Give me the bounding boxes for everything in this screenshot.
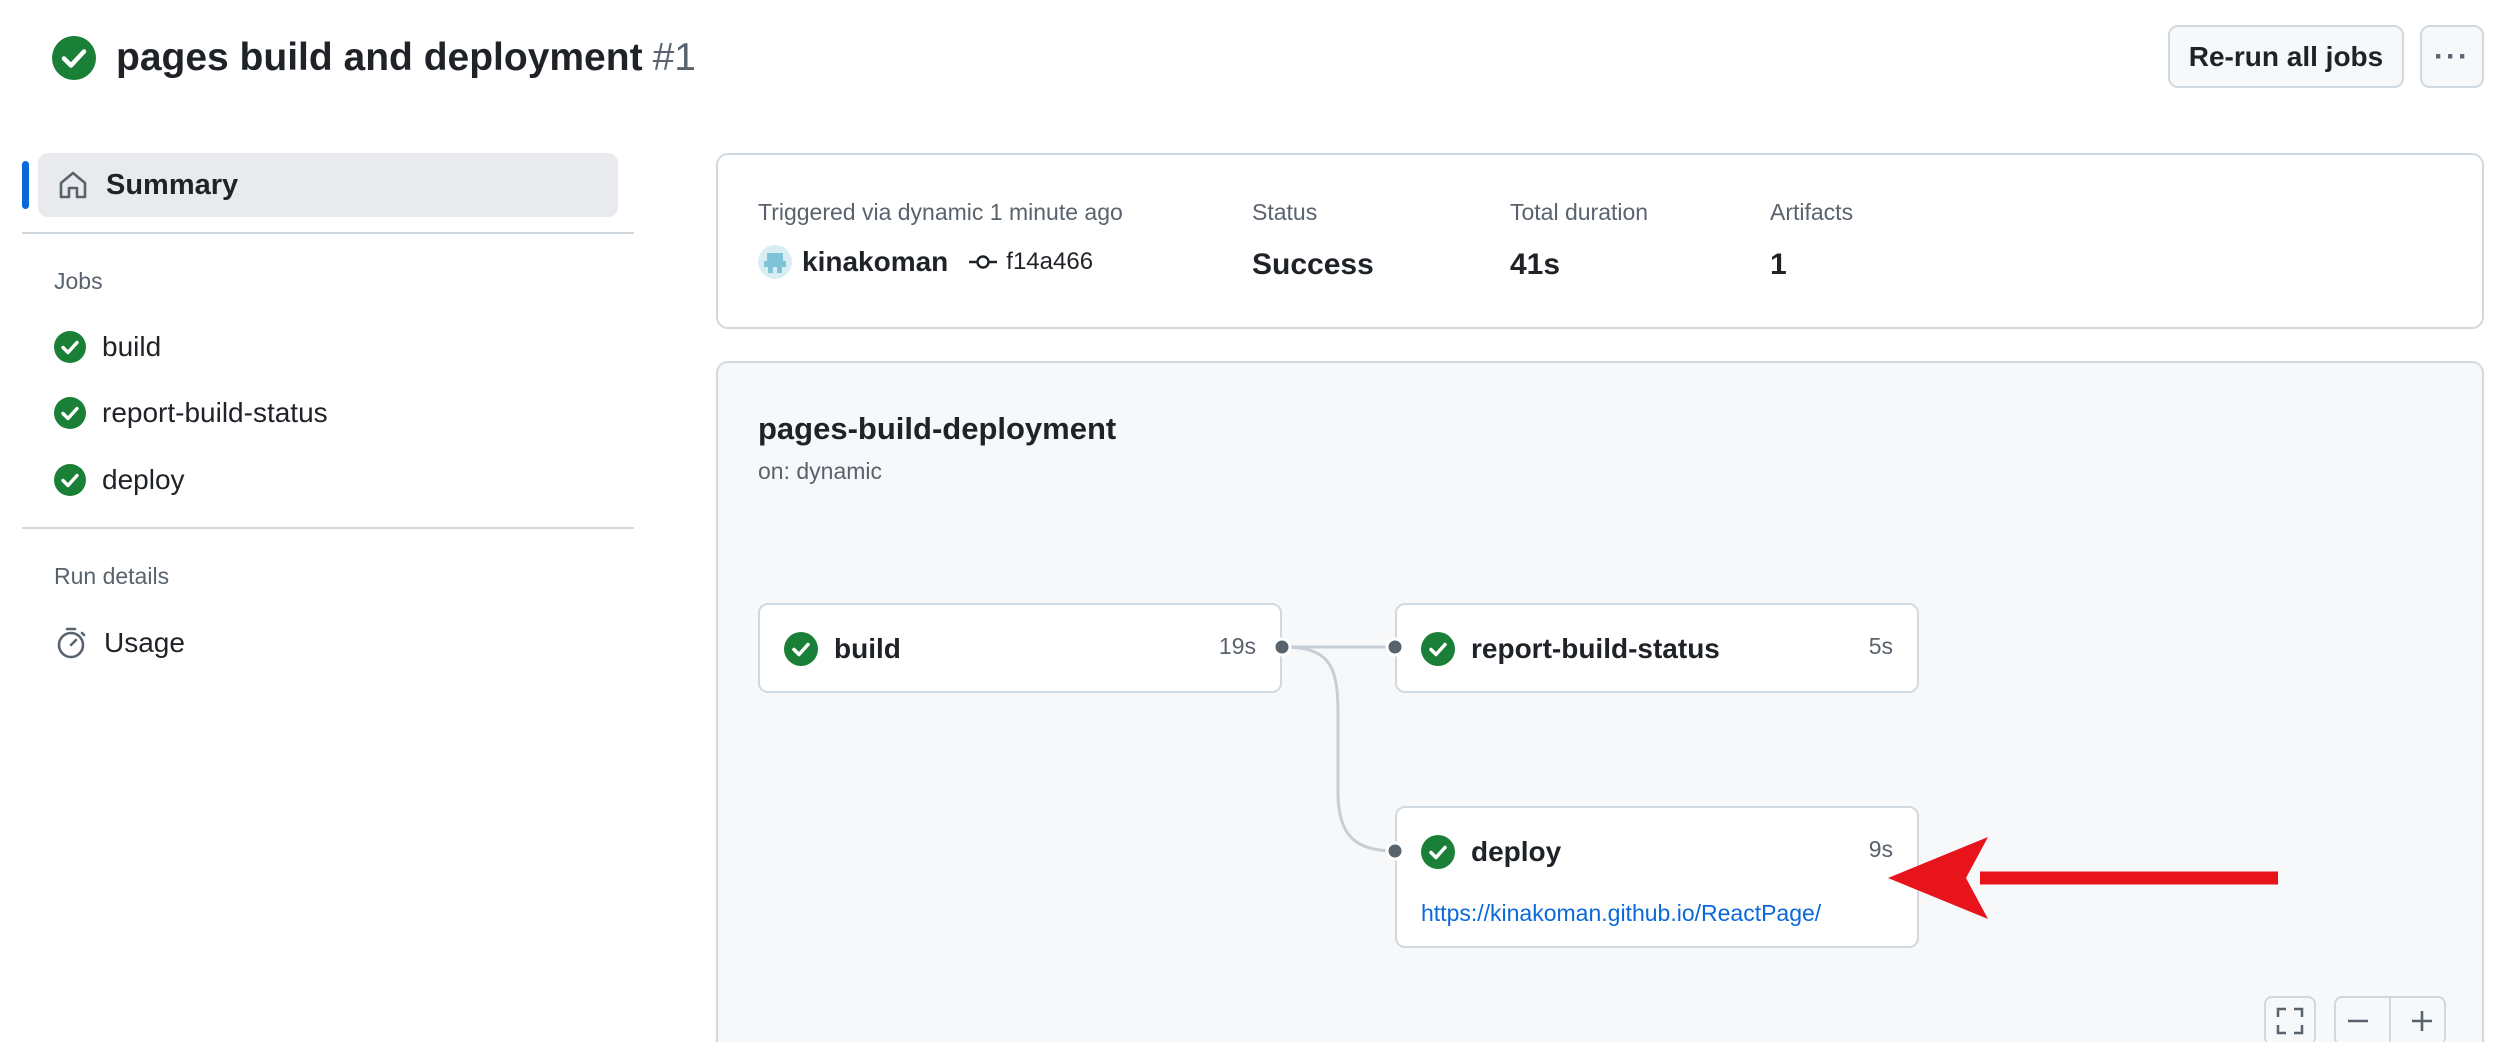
jobs-heading: Jobs bbox=[54, 268, 103, 294]
connector-dot bbox=[1272, 637, 1292, 657]
triggered-label: Triggered via dynamic 1 minute ago bbox=[758, 199, 1123, 225]
sidebar-item-usage[interactable]: Usage bbox=[54, 623, 185, 663]
zoom-in-icon[interactable] bbox=[2409, 1008, 2435, 1034]
actor-link[interactable]: kinakoman bbox=[802, 246, 948, 278]
connector-dot bbox=[1385, 637, 1405, 657]
sidebar-job-label: build bbox=[102, 331, 162, 362]
stopwatch-icon bbox=[57, 627, 86, 659]
sidebar-job-deploy[interactable]: deploy bbox=[54, 460, 185, 500]
success-check-icon bbox=[54, 397, 86, 429]
more-options-button[interactable]: ··· bbox=[2420, 25, 2484, 88]
zoom-divider bbox=[2389, 998, 2391, 1042]
duration-value: 41s bbox=[1510, 248, 1561, 281]
run-number: #1 bbox=[652, 36, 696, 79]
artifacts-value[interactable]: 1 bbox=[1770, 248, 1787, 282]
connector-dot bbox=[1385, 841, 1405, 861]
run-details-heading: Run details bbox=[54, 563, 170, 589]
active-indicator bbox=[22, 161, 29, 209]
sidebar-item-summary[interactable]: Summary bbox=[38, 153, 618, 217]
home-icon bbox=[59, 171, 87, 199]
zoom-out-icon[interactable] bbox=[2345, 1008, 2371, 1034]
sidebar-divider bbox=[22, 527, 634, 529]
git-commit-icon bbox=[969, 255, 998, 269]
sidebar-job-label: report-build-status bbox=[102, 397, 328, 428]
sidebar-divider bbox=[22, 232, 634, 234]
trigger-info: kinakoman f14a466 bbox=[758, 245, 1093, 279]
success-check-icon bbox=[54, 464, 86, 496]
user-avatar[interactable] bbox=[758, 245, 792, 279]
status-value: Success bbox=[1252, 248, 1374, 281]
page-header: pages build and deployment #1 bbox=[52, 30, 696, 86]
artifacts-label: Artifacts bbox=[1770, 199, 1854, 225]
fullscreen-icon bbox=[2276, 1007, 2304, 1035]
sidebar-job-label: deploy bbox=[102, 464, 185, 495]
annotation-arrow bbox=[1888, 837, 2278, 919]
sidebar-job-report-build-status[interactable]: report-build-status bbox=[54, 393, 328, 433]
workflow-run-page: pages build and deployment #1 Re-run all… bbox=[0, 0, 2500, 1042]
fullscreen-button[interactable] bbox=[2264, 996, 2316, 1042]
run-summary-card: Triggered via dynamic 1 minute ago kinak… bbox=[716, 153, 2484, 329]
sidebar-item-label: Summary bbox=[106, 168, 239, 201]
commit-sha-link[interactable]: f14a466 bbox=[1006, 248, 1093, 276]
sidebar-job-build[interactable]: build bbox=[54, 327, 161, 367]
workflow-graph-panel: pages-build-deployment on: dynamic build… bbox=[716, 361, 2484, 1042]
rerun-all-jobs-button[interactable]: Re-run all jobs bbox=[2168, 25, 2404, 88]
sidebar-item-label: Usage bbox=[104, 627, 185, 658]
success-check-icon bbox=[52, 36, 96, 80]
success-check-icon bbox=[54, 331, 86, 363]
connector-dots bbox=[1272, 637, 1405, 861]
zoom-controls bbox=[2334, 996, 2446, 1042]
duration-label: Total duration bbox=[1510, 199, 1649, 225]
status-label: Status bbox=[1252, 199, 1318, 225]
page-title: pages build and deployment bbox=[116, 36, 643, 79]
